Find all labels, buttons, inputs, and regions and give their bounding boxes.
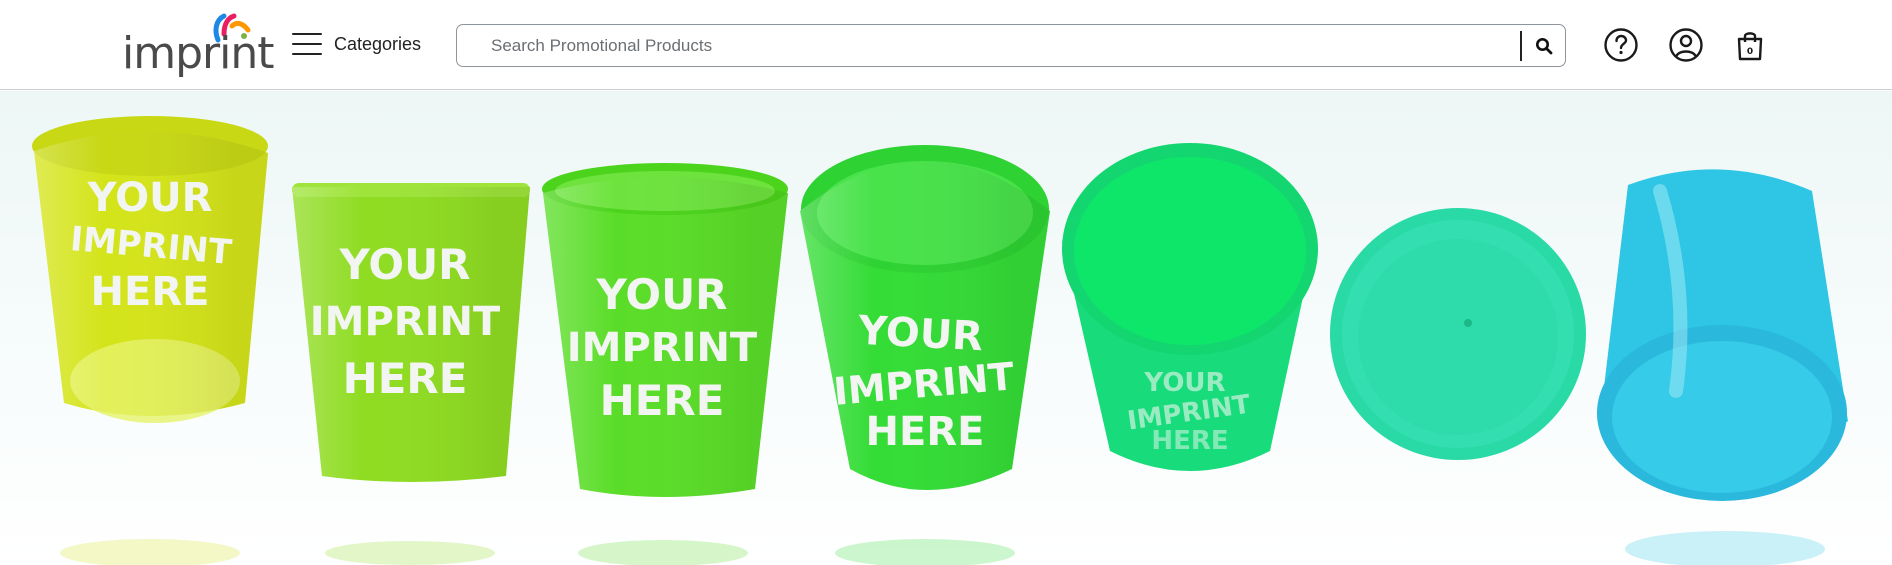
cup-1: YOUR IMPRINT HERE xyxy=(32,116,268,423)
search-divider xyxy=(1520,31,1522,61)
cup-3-line-3: HERE xyxy=(600,376,725,425)
account-icon xyxy=(1669,28,1703,62)
cart-button[interactable]: 0 xyxy=(1730,25,1770,65)
search-icon xyxy=(1536,38,1553,55)
cup-1-line-3: HERE xyxy=(91,269,210,315)
cart-count: 0 xyxy=(1747,47,1753,57)
help-button[interactable] xyxy=(1601,25,1641,65)
cup-2: YOUR IMPRINT HERE xyxy=(292,183,530,482)
cup-7 xyxy=(1597,169,1848,501)
cup-6 xyxy=(1330,208,1586,460)
hero-cups-image: YOUR IMPRINT HERE YOUR IMPRINT HERE YOUR… xyxy=(32,116,1848,565)
hero-banner[interactable]: YOUR IMPRINT HERE YOUR IMPRINT HERE YOUR… xyxy=(0,91,1892,565)
help-icon xyxy=(1604,28,1638,62)
cup-4-line-3: HERE xyxy=(866,409,985,455)
search-bar xyxy=(456,24,1566,67)
cup-2-line-2: IMPRINT xyxy=(310,299,501,345)
cup-3: YOUR IMPRINT HERE xyxy=(542,163,788,497)
cart-icon: 0 xyxy=(1737,32,1763,61)
cup-2-line-3: HERE xyxy=(343,354,468,403)
cup-5-line-3: HERE xyxy=(1151,426,1228,456)
cup-1-line-1: YOUR xyxy=(87,175,213,221)
cup-5: YOUR IMPRINT HERE xyxy=(1062,143,1318,471)
cup-2-line-1: YOUR xyxy=(338,240,470,289)
categories-label: Categories xyxy=(334,33,422,54)
cup-4: YOUR IMPRINT HERE xyxy=(800,145,1050,490)
imprint-logo[interactable]: imprint xyxy=(120,10,274,82)
account-button[interactable] xyxy=(1666,25,1706,65)
cup-4-line-1: YOUR xyxy=(856,308,984,361)
logo-text: imprint xyxy=(122,28,274,79)
search-input[interactable] xyxy=(457,25,1515,66)
categories-menu-button[interactable]: Categories xyxy=(292,26,421,62)
hamburger-icon xyxy=(292,31,324,57)
cup-3-line-1: YOUR xyxy=(595,270,727,319)
cup-5-line-1: YOUR xyxy=(1143,368,1225,398)
site-header: imprint Categories Search Promotional Pr… xyxy=(0,0,1892,90)
search-button[interactable] xyxy=(1527,29,1561,63)
cup-3-line-2: IMPRINT xyxy=(567,325,758,371)
